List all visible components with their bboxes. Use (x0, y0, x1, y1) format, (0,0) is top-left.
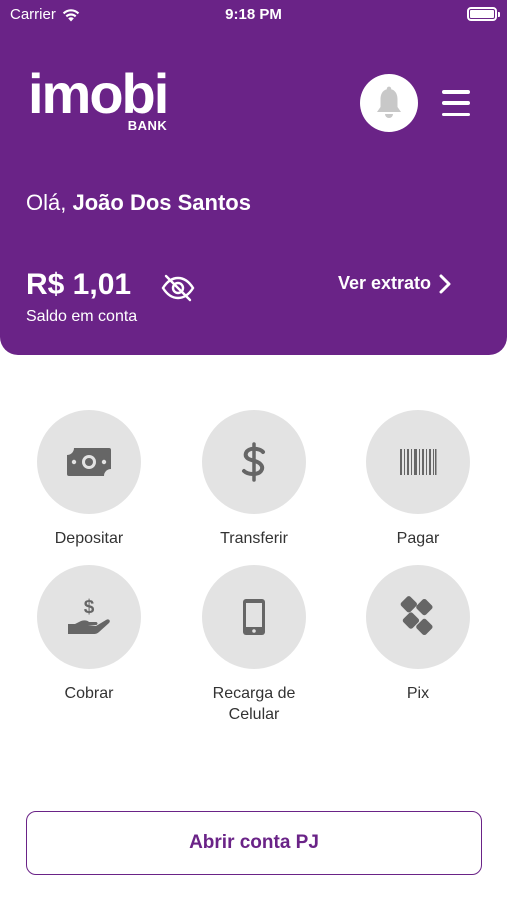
user-name: João Dos Santos (72, 190, 251, 215)
action-label: Cobrar (64, 685, 114, 702)
action-label: Recarga de Celular (212, 685, 296, 723)
action-pagar[interactable]: Pagar (343, 410, 493, 549)
status-bar: Carrier 9:18 PM (0, 0, 507, 30)
action-circle[interactable] (202, 410, 306, 514)
action-circle[interactable] (37, 410, 141, 514)
balance-amount: R$ 1,01 (26, 268, 132, 301)
action-cobrar[interactable]: $ Cobrar (14, 565, 164, 704)
battery-icon (467, 7, 500, 21)
action-transferir[interactable]: Transferir (179, 410, 329, 549)
logo-text: imobi (28, 62, 169, 125)
action-circle[interactable] (202, 565, 306, 669)
balance-label: Saldo em conta (26, 308, 138, 325)
action-label: Depositar (54, 530, 124, 547)
status-time: 9:18 PM (225, 6, 282, 23)
mobile-phone-icon (243, 599, 265, 635)
menu-hamburger-icon[interactable] (442, 90, 470, 116)
action-label: Pix (406, 685, 430, 702)
svg-text:$: $ (84, 597, 95, 618)
imobi-bank-logo: imobi BANK (28, 62, 169, 134)
open-pj-account-button[interactable]: Abrir conta PJ (26, 811, 482, 875)
barcode-icon (400, 449, 437, 475)
bell-icon (377, 86, 401, 118)
chevron-right-icon (439, 274, 451, 293)
action-recarga-celular[interactable]: Recarga de Celular (179, 565, 329, 725)
hand-holding-dollar-icon: $ (68, 597, 110, 634)
dollar-sign-icon (242, 442, 265, 482)
action-pix[interactable]: Pix (343, 565, 493, 704)
action-circle[interactable]: $ (37, 565, 141, 669)
view-statement-label: Ver extrato (338, 273, 432, 293)
action-label: Transferir (220, 530, 288, 547)
notifications-button[interactable] (360, 74, 418, 132)
logo-sub-text: BANK (127, 118, 168, 133)
view-statement-link[interactable]: Ver extrato (338, 273, 451, 294)
action-circle[interactable] (366, 565, 470, 669)
action-depositar[interactable]: Depositar (14, 410, 164, 549)
action-circle[interactable] (366, 410, 470, 514)
pix-icon (400, 596, 433, 636)
eye-slash-icon (161, 274, 195, 302)
action-label: Pagar (396, 530, 440, 547)
greeting: Olá, João Dos Santos (26, 190, 251, 216)
header: Carrier 9:18 PM imobi BANK Olá, João Dos… (0, 0, 507, 355)
hide-balance-button[interactable] (160, 274, 196, 307)
money-bill-icon (67, 448, 111, 476)
greeting-prefix: Olá, (26, 190, 67, 215)
